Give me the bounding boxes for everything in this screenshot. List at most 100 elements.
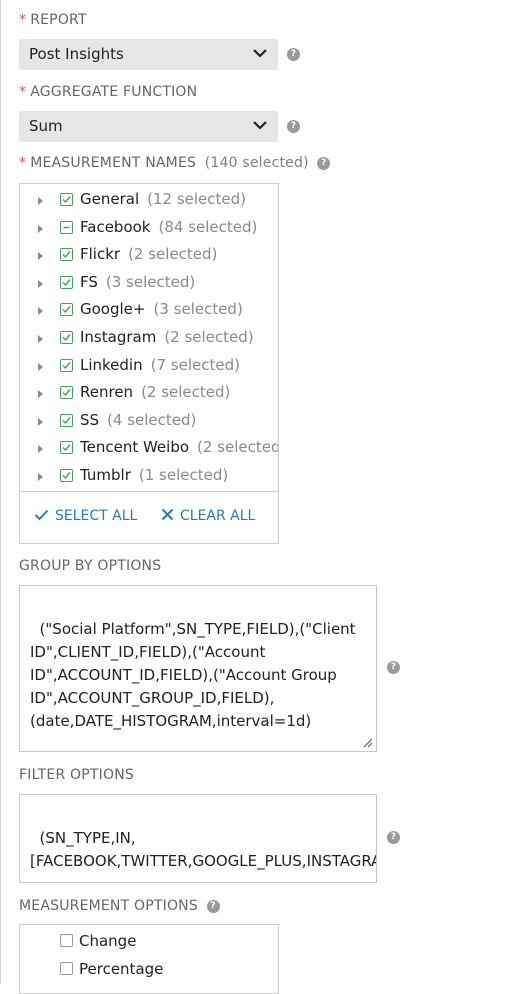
checkmark-icon: [62, 444, 71, 452]
tree-item[interactable]: Tencent Weibo (2 selected): [20, 436, 278, 463]
group-by-value: ("Social Platform",SN_TYPE,FIELD),("Clie…: [30, 620, 361, 730]
checked-checkbox[interactable]: [60, 386, 73, 400]
filter-textarea[interactable]: (SN_TYPE,IN, [FACEBOOK,TWITTER,GOOGLE_PL…: [19, 794, 377, 883]
tree-item-name: FS: [80, 272, 98, 291]
clear-all-label: CLEAR ALL: [180, 508, 256, 524]
tree-item-label: Instagram (2 selected): [80, 328, 254, 346]
checkmark-icon: [62, 472, 71, 480]
change-checkbox[interactable]: [60, 934, 73, 947]
checkmark-icon: [62, 196, 71, 204]
checkmark-icon: [62, 251, 71, 259]
partial-checkbox[interactable]: [60, 220, 73, 234]
checkmark-icon: [62, 334, 71, 342]
group-by-label: GROUP BY OPTIONS: [19, 558, 162, 574]
tree-item-label: SS (4 selected): [80, 411, 196, 429]
tree-item[interactable]: SS (4 selected): [20, 409, 278, 436]
tree-item-label: Flickr (2 selected): [80, 245, 217, 263]
tree-item[interactable]: Linkedin (7 selected): [20, 354, 278, 381]
measurement-options-help-icon[interactable]: ?: [206, 899, 220, 913]
checked-checkbox[interactable]: [60, 248, 73, 262]
caret-right-icon[interactable]: [38, 417, 43, 426]
tree-item[interactable]: FS (3 selected): [20, 271, 278, 298]
tree-item-count: (12 selected): [147, 190, 247, 208]
aggregate-select[interactable]: Sum: [19, 111, 278, 142]
tree-item[interactable]: Google+ (3 selected): [20, 298, 278, 325]
report-label: * REPORT: [19, 12, 87, 28]
group-by-textarea[interactable]: ("Social Platform",SN_TYPE,FIELD),("Clie…: [19, 585, 377, 752]
group-by-help-icon[interactable]: ?: [387, 661, 400, 674]
measurement-names-summary: (140 selected): [204, 155, 309, 171]
checkmark-icon: [34, 509, 49, 521]
caret-right-icon[interactable]: [38, 362, 43, 371]
tree-item-count: (3 selected): [105, 272, 196, 291]
tree-item[interactable]: Flickr (2 selected): [20, 243, 278, 270]
filter-value: (SN_TYPE,IN, [FACEBOOK,TWITTER,GOOGLE_PL…: [30, 829, 376, 870]
tree-item[interactable]: Renren (2 selected): [20, 381, 278, 408]
tree-item-name: Instagram: [80, 328, 157, 346]
tree-item-name: Tumblr: [80, 466, 131, 484]
tree-item-name: Renren: [80, 383, 134, 402]
option-percentage-label: Percentage: [79, 960, 164, 978]
report-help-icon[interactable]: ?: [287, 48, 300, 61]
tree-item-label: Facebook (84 selected): [80, 218, 257, 236]
filter-help-icon[interactable]: ?: [387, 831, 400, 844]
tree-item-label: Google+ (3 selected): [80, 300, 243, 318]
caret-right-icon[interactable]: [38, 307, 43, 316]
tree-item-count: (2 selected): [141, 383, 231, 402]
aggregate-help-icon[interactable]: ?: [287, 120, 300, 133]
checked-checkbox[interactable]: [60, 303, 73, 317]
tree-item-count: (84 selected): [158, 217, 258, 236]
report-select-value: Post Insights: [29, 45, 124, 63]
checked-checkbox[interactable]: [60, 441, 73, 455]
option-percentage[interactable]: Percentage: [60, 960, 163, 978]
checked-checkbox[interactable]: [60, 413, 73, 427]
checked-checkbox[interactable]: [60, 469, 73, 482]
tree-item-name: Flickr: [80, 245, 121, 264]
report-select[interactable]: Post Insights: [19, 39, 278, 70]
clear-all-button[interactable]: CLEAR ALL: [161, 508, 255, 524]
caret-right-icon[interactable]: [38, 445, 43, 454]
tree-item[interactable]: Tumblr (1 selected): [20, 464, 278, 491]
resize-handle-icon[interactable]: [362, 737, 373, 748]
checked-checkbox[interactable]: [60, 275, 73, 289]
caret-right-icon[interactable]: [38, 390, 43, 399]
tree-item[interactable]: Instagram (2 selected): [20, 326, 278, 353]
checkmark-icon: [62, 278, 71, 286]
aggregate-label: * AGGREGATE FUNCTION: [19, 84, 198, 100]
select-all-button[interactable]: SELECT ALL: [34, 508, 137, 524]
tree-item-count: (2 selected): [164, 328, 254, 346]
measurement-names-tree: General (12 selected) Facebook (84 selected…: [19, 183, 279, 544]
caret-right-icon[interactable]: [38, 197, 43, 205]
tree-item-name: Google+: [80, 300, 146, 319]
tree-item-count: (3 selected): [153, 300, 243, 319]
tree-item-name: General: [80, 190, 140, 208]
tree-item-count: (7 selected): [150, 355, 240, 374]
checked-checkbox[interactable]: [60, 358, 73, 372]
caret-right-icon[interactable]: [38, 224, 43, 233]
tree-item-label: Linkedin (7 selected): [80, 356, 240, 374]
caret-right-icon[interactable]: [38, 279, 43, 288]
percentage-checkbox[interactable]: [60, 962, 73, 975]
tree-item-name: Tencent Weibo: [80, 438, 190, 457]
option-change[interactable]: Change: [60, 932, 136, 950]
tree-item-label: Tencent Weibo (2 selected): [80, 438, 278, 456]
checked-checkbox[interactable]: [60, 331, 73, 344]
tree-actions: SELECT ALL CLEAR ALL: [20, 491, 278, 543]
checked-checkbox[interactable]: [60, 193, 73, 206]
checkmark-icon: [62, 361, 71, 369]
panel-left-border: [0, 0, 1, 984]
chevron-down-icon: [253, 49, 267, 58]
tree-item-label: Renren (2 selected): [80, 383, 230, 401]
measurement-names-label: * MEASUREMENT NAMES (140 selected) ?: [19, 155, 331, 171]
select-all-label: SELECT ALL: [55, 508, 138, 524]
caret-right-icon[interactable]: [38, 335, 43, 343]
tree-item[interactable]: Facebook (84 selected): [20, 216, 278, 243]
measurement-names-help-icon[interactable]: ?: [317, 156, 331, 170]
caret-right-icon[interactable]: [38, 473, 43, 481]
tree-item-name: Linkedin: [80, 355, 143, 374]
tree-item-name: SS: [80, 410, 100, 429]
caret-right-icon[interactable]: [38, 252, 43, 261]
tree-item[interactable]: General (12 selected): [20, 188, 278, 215]
tree-item-count: (1 selected): [138, 466, 229, 484]
tree-item-label: General (12 selected): [80, 190, 246, 208]
